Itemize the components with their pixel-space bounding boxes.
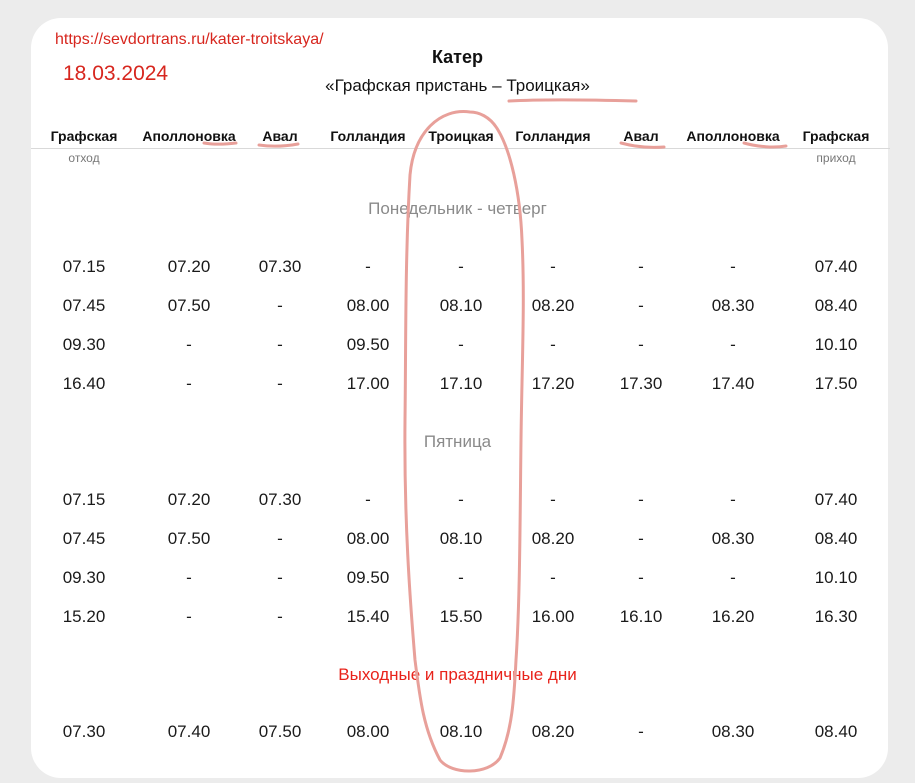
table-cell: - <box>458 335 464 354</box>
table-cell: 08.10 <box>439 722 483 741</box>
table-cell: - <box>277 568 283 587</box>
table-cell: 15.50 <box>439 607 483 626</box>
table-cell: 07.30 <box>258 490 302 509</box>
table-cell: 17.00 <box>346 374 390 393</box>
column-header: Голландия <box>330 128 406 144</box>
table-cell: 07.40 <box>814 490 858 509</box>
table-cell: 08.10 <box>439 529 483 548</box>
table-cell: 08.40 <box>814 722 858 741</box>
table-cell: - <box>365 490 371 509</box>
table-cell: 16.20 <box>711 607 755 626</box>
table-cell: 08.20 <box>531 529 575 548</box>
table-cell: 08.20 <box>531 296 575 315</box>
table-cell: - <box>277 335 283 354</box>
table-cell: 07.20 <box>167 257 211 276</box>
table-cell: - <box>186 335 192 354</box>
table-cell: - <box>638 722 644 741</box>
table-cell: 07.50 <box>167 296 211 315</box>
table-cell: 07.30 <box>62 722 106 741</box>
section-label: Пятница <box>423 432 492 451</box>
table-cell: - <box>638 335 644 354</box>
table-cell: 08.30 <box>711 529 755 548</box>
table-cell: 08.30 <box>711 296 755 315</box>
table-cell: - <box>638 296 644 315</box>
table-cell: 09.50 <box>346 568 390 587</box>
table-cell: - <box>458 257 464 276</box>
table-cell: - <box>730 257 736 276</box>
table-cell: 08.40 <box>814 529 858 548</box>
column-header: Аполлоновка <box>142 128 236 144</box>
table-cell: 07.40 <box>814 257 858 276</box>
table-cell: 16.40 <box>62 374 106 393</box>
table-cell: - <box>638 490 644 509</box>
table-cell: 07.15 <box>62 490 106 509</box>
table-cell: 08.00 <box>346 296 390 315</box>
table-cell: 08.30 <box>711 722 755 741</box>
table-cell: - <box>550 257 556 276</box>
column-header: Голландия <box>515 128 591 144</box>
table-cell: 09.30 <box>62 568 106 587</box>
table-cell: - <box>458 490 464 509</box>
table-cell: 15.40 <box>346 607 390 626</box>
table-cell: - <box>186 607 192 626</box>
table-cell: 07.45 <box>62 529 106 548</box>
table-cell: 07.40 <box>167 722 211 741</box>
table-cell: - <box>277 296 283 315</box>
column-header: Троицкая <box>428 128 494 144</box>
table-cell: - <box>638 257 644 276</box>
column-subheader-depart: отход <box>68 151 100 165</box>
table-cell: 08.20 <box>531 722 575 741</box>
table-cell: - <box>458 568 464 587</box>
table-cell: - <box>186 374 192 393</box>
column-header: Аполлоновка <box>686 128 780 144</box>
section-label: Выходные и праздничные дни <box>338 665 577 684</box>
table-cell: - <box>186 568 192 587</box>
table-cell: 15.20 <box>62 607 106 626</box>
page-title: Катер <box>431 47 484 67</box>
table-cell: 17.30 <box>619 374 663 393</box>
table-cell: 10.10 <box>814 568 858 587</box>
table-cell: 17.40 <box>711 374 755 393</box>
table-cell: - <box>277 374 283 393</box>
table-cell: 17.50 <box>814 374 858 393</box>
table-cell: - <box>638 529 644 548</box>
header-divider <box>31 148 890 149</box>
table-cell: 09.30 <box>62 335 106 354</box>
table-cell: - <box>365 257 371 276</box>
table-cell: - <box>277 607 283 626</box>
column-subheader-arrive: приход <box>816 151 856 165</box>
table-cell: 07.50 <box>167 529 211 548</box>
table-cell: 16.10 <box>619 607 663 626</box>
table-cell: - <box>638 568 644 587</box>
table-cell: 08.10 <box>439 296 483 315</box>
route-subtitle: «Графская пристань – Троицкая» <box>325 76 590 95</box>
table-cell: 08.00 <box>346 722 390 741</box>
section-label: Понедельник - четверг <box>368 199 547 218</box>
table-cell: 17.10 <box>439 374 483 393</box>
table-cell: 10.10 <box>814 335 858 354</box>
column-header: Графская <box>50 128 118 144</box>
table-cell: 07.15 <box>62 257 106 276</box>
table-cell: 07.30 <box>258 257 302 276</box>
column-header: Графская <box>802 128 870 144</box>
table-cell: - <box>550 490 556 509</box>
table-cell: 07.50 <box>258 722 302 741</box>
table-cell: - <box>277 529 283 548</box>
table-cell: 08.00 <box>346 529 390 548</box>
table-cell: 16.30 <box>814 607 858 626</box>
table-cell: - <box>730 568 736 587</box>
table-cell: 08.40 <box>814 296 858 315</box>
table-cell: - <box>550 335 556 354</box>
table-cell: 09.50 <box>346 335 390 354</box>
column-header: Авал <box>262 128 298 144</box>
table-cell: 17.20 <box>531 374 575 393</box>
table-cell: 16.00 <box>531 607 575 626</box>
table-cell: - <box>730 335 736 354</box>
table-cell: - <box>550 568 556 587</box>
table-cell: - <box>730 490 736 509</box>
table-cell: 07.45 <box>62 296 106 315</box>
column-header: Авал <box>623 128 659 144</box>
table-cell: 07.20 <box>167 490 211 509</box>
